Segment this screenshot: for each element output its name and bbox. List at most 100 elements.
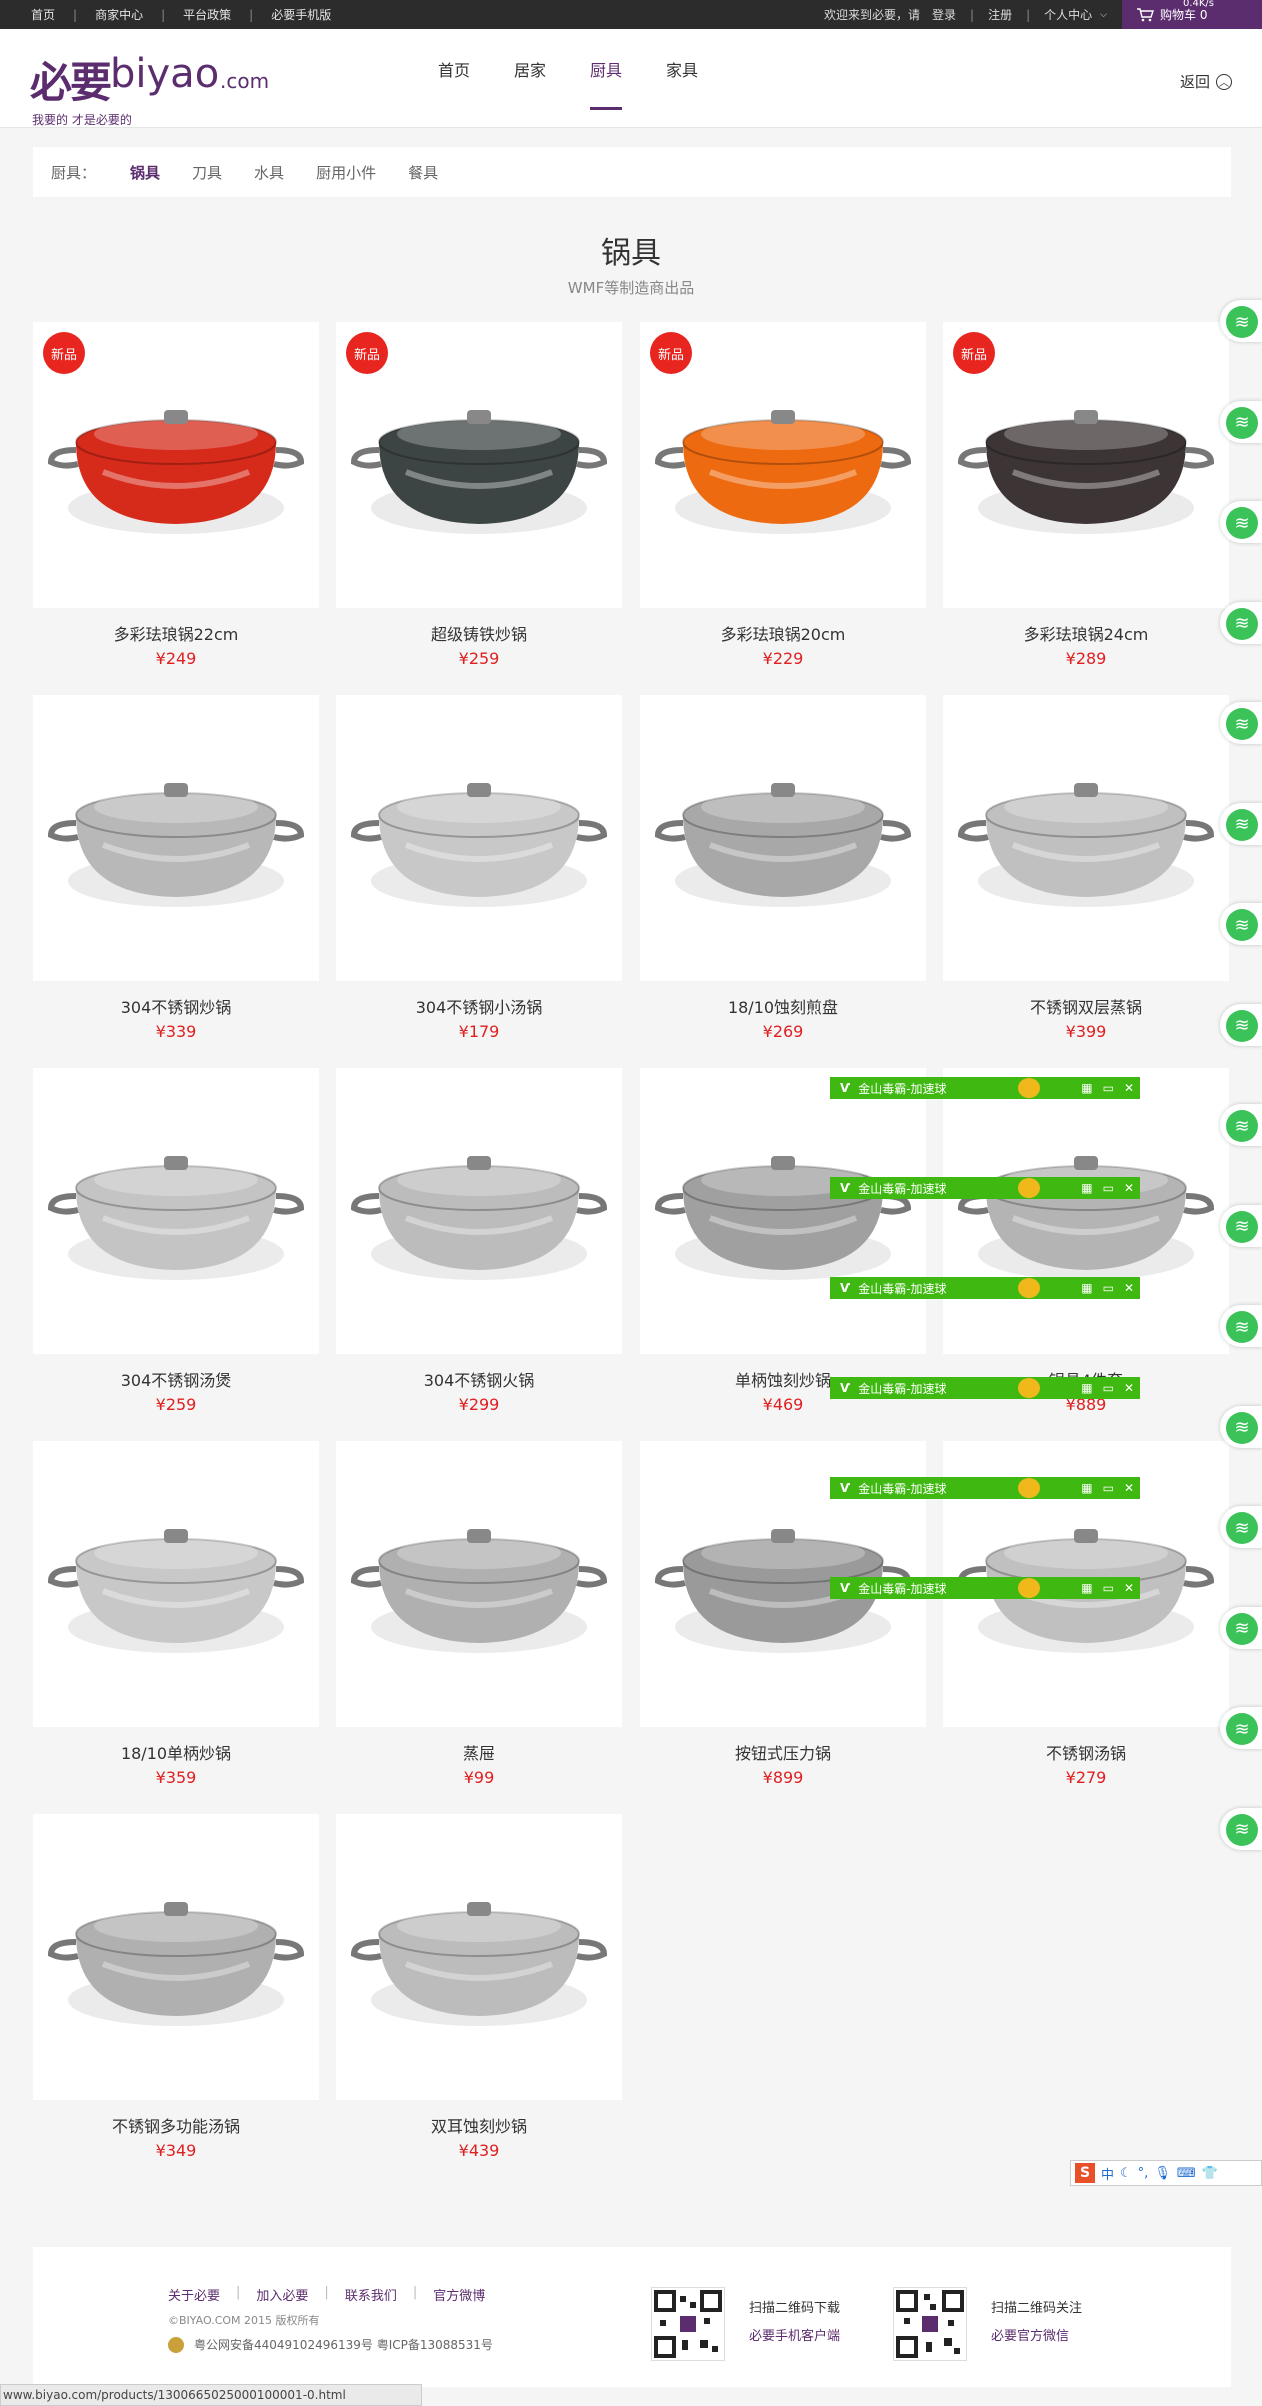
wifi-float-button[interactable]: ≋ (1220, 1506, 1262, 1548)
product-name[interactable]: 多彩珐琅锅20cm (640, 621, 926, 645)
product-name[interactable]: 多彩珐琅锅24cm (943, 621, 1229, 645)
product-image[interactable]: 新品 (336, 322, 622, 608)
wifi-float-button[interactable]: ≋ (1220, 300, 1262, 342)
top-link-mobile[interactable]: 必要手机版 (271, 6, 331, 23)
product-name[interactable]: 超级铸铁炒锅 (336, 621, 622, 645)
speed-ball-icon[interactable] (1018, 1478, 1040, 1498)
wifi-float-button[interactable]: ≋ (1220, 501, 1262, 543)
wifi-float-button[interactable]: ≋ (1220, 1305, 1262, 1347)
chat-icon[interactable]: ▭ (1103, 1281, 1114, 1295)
product-card[interactable]: 单柄蚀刻炒锅 ¥469 (640, 1068, 926, 1425)
product-image[interactable] (33, 695, 319, 981)
top-link-merchant[interactable]: 商家中心 (95, 6, 143, 23)
product-image[interactable] (943, 1068, 1229, 1354)
product-card[interactable]: 蒸屉 ¥99 (336, 1441, 622, 1798)
speed-ball-icon[interactable] (1018, 1178, 1040, 1198)
product-name[interactable]: 不锈钢汤锅 (943, 1740, 1229, 1764)
ime-toolbar[interactable]: S 中 ☾ °, 🎙 ⌨ 👕 (1070, 2160, 1262, 2186)
cart-button[interactable]: 购物车 0 0.4K/s (1122, 0, 1262, 29)
wifi-float-button[interactable]: ≋ (1220, 1204, 1262, 1247)
product-card[interactable]: 新品 多彩珐琅锅20cm ¥229 (640, 322, 926, 679)
jinshan-accelerator-bar[interactable]: Ѵ 金山毒霸-加速球 ▦ ▭ ✕ (830, 1077, 1140, 1099)
nav-furniture[interactable]: 家具 (666, 29, 698, 128)
category-tableware[interactable]: 餐具 (408, 162, 438, 183)
product-card[interactable]: 不锈钢双层蒸锅 ¥399 (943, 695, 1229, 1052)
jinshan-accelerator-bar[interactable]: Ѵ 金山毒霸-加速球 ▦ ▭ ✕ (830, 1377, 1140, 1399)
chat-icon[interactable]: ▭ (1103, 1081, 1114, 1095)
wifi-float-button[interactable]: ≋ (1220, 1807, 1262, 1850)
nav-kitchenware[interactable]: 厨具 (590, 29, 623, 128)
chat-icon[interactable]: ▭ (1103, 1381, 1114, 1395)
chat-icon[interactable]: ▭ (1103, 1581, 1114, 1595)
jinshan-accelerator-bar[interactable]: Ѵ 金山毒霸-加速球 ▦ ▭ ✕ (830, 1277, 1140, 1299)
close-icon[interactable]: ✕ (1124, 1181, 1134, 1195)
product-name[interactable]: 蒸屉 (336, 1740, 622, 1764)
grid-icon[interactable]: ▦ (1081, 1081, 1092, 1095)
product-card[interactable]: 304不锈钢小汤锅 ¥179 (336, 695, 622, 1052)
product-image[interactable] (943, 695, 1229, 981)
wifi-float-button[interactable]: ≋ (1220, 702, 1262, 744)
product-card[interactable]: 锅具4件套¥889 (943, 1068, 1229, 1425)
product-name[interactable]: 304不锈钢汤煲 (33, 1367, 319, 1391)
product-name[interactable]: 不锈钢双层蒸锅 (943, 994, 1229, 1018)
product-name[interactable]: 18/10单柄炒锅 (33, 1740, 319, 1764)
product-card[interactable]: 双耳蚀刻炒锅 ¥439 (336, 1814, 622, 2171)
skin-icon[interactable]: 👕 (1202, 2166, 1218, 2181)
category-cookware[interactable]: 锅具 (130, 162, 160, 183)
product-name[interactable]: 按钮式压力锅 (640, 1740, 926, 1764)
grid-icon[interactable]: ▦ (1081, 1581, 1092, 1595)
product-card[interactable]: 18/10单柄炒锅 ¥359 (33, 1441, 319, 1798)
wifi-float-button[interactable]: ≋ (1220, 903, 1262, 945)
wifi-float-button[interactable]: ≋ (1220, 1405, 1262, 1448)
punctuation-icon[interactable]: °, (1138, 2166, 1149, 2181)
product-image[interactable] (336, 1441, 622, 1727)
footer-link-join[interactable]: 加入必要 (256, 2285, 308, 2304)
register-link[interactable]: 注册 (988, 6, 1012, 23)
product-card[interactable]: 新品 多彩珐琅锅24cm ¥289 (943, 322, 1229, 679)
close-icon[interactable]: ✕ (1124, 1381, 1134, 1395)
product-image[interactable] (33, 1068, 319, 1354)
product-name[interactable]: 双耳蚀刻炒锅 (336, 2113, 622, 2137)
category-knives[interactable]: 刀具 (192, 162, 222, 183)
product-name[interactable]: 304不锈钢炒锅 (33, 994, 319, 1018)
logo[interactable]: 必要 biyao .com 我要的 才是必要的 (30, 49, 270, 127)
product-image[interactable] (33, 1814, 319, 2100)
moon-icon[interactable]: ☾ (1120, 2166, 1132, 2181)
product-image[interactable]: 新品 (640, 322, 926, 608)
keyboard-icon[interactable]: ⌨ (1177, 2166, 1196, 2181)
product-name[interactable]: 多彩珐琅锅22cm (33, 621, 319, 645)
product-image[interactable] (640, 695, 926, 981)
speed-ball-icon[interactable] (1018, 1078, 1040, 1098)
login-link[interactable]: 登录 (932, 6, 956, 23)
top-link-home[interactable]: 首页 (31, 6, 55, 23)
qr-app-line2[interactable]: 必要手机客户端 (749, 2323, 840, 2351)
product-name[interactable]: 304不锈钢小汤锅 (336, 994, 622, 1018)
product-image[interactable]: 新品 (943, 322, 1229, 608)
wifi-float-button[interactable]: ≋ (1220, 1104, 1262, 1146)
product-card[interactable]: 新品 多彩珐琅锅22cm ¥249 (33, 322, 319, 679)
close-icon[interactable]: ✕ (1124, 1281, 1134, 1295)
product-name[interactable]: 不锈钢多功能汤锅 (33, 2113, 319, 2137)
wifi-float-button[interactable]: ≋ (1220, 601, 1262, 644)
speed-ball-icon[interactable] (1018, 1578, 1040, 1598)
ime-mode[interactable]: 中 (1101, 2164, 1114, 2183)
product-image[interactable] (336, 1814, 622, 2100)
nav-home[interactable]: 首页 (438, 29, 470, 128)
user-center-link[interactable]: 个人中心 (1044, 6, 1092, 23)
chat-icon[interactable]: ▭ (1103, 1181, 1114, 1195)
product-image[interactable]: 新品 (33, 322, 319, 608)
category-kitchen-gadgets[interactable]: 厨用小件 (316, 162, 376, 183)
footer-link-about[interactable]: 关于必要 (168, 2285, 220, 2304)
jinshan-accelerator-bar[interactable]: Ѵ 金山毒霸-加速球 ▦ ▭ ✕ (830, 1477, 1140, 1499)
back-button[interactable]: 返回 ︿ (1180, 71, 1232, 92)
grid-icon[interactable]: ▦ (1081, 1281, 1092, 1295)
close-icon[interactable]: ✕ (1124, 1581, 1134, 1595)
product-card[interactable]: 304不锈钢火锅 ¥299 (336, 1068, 622, 1425)
grid-icon[interactable]: ▦ (1081, 1481, 1092, 1495)
product-card[interactable]: 304不锈钢汤煲 ¥259 (33, 1068, 319, 1425)
speed-ball-icon[interactable] (1018, 1278, 1040, 1298)
jinshan-accelerator-bar[interactable]: Ѵ 金山毒霸-加速球 ▦ ▭ ✕ (830, 1577, 1140, 1599)
product-card[interactable]: 新品 超级铸铁炒锅 ¥259 (336, 322, 622, 679)
product-card[interactable]: 不锈钢多功能汤锅 ¥349 (33, 1814, 319, 2171)
product-image[interactable] (336, 1068, 622, 1354)
